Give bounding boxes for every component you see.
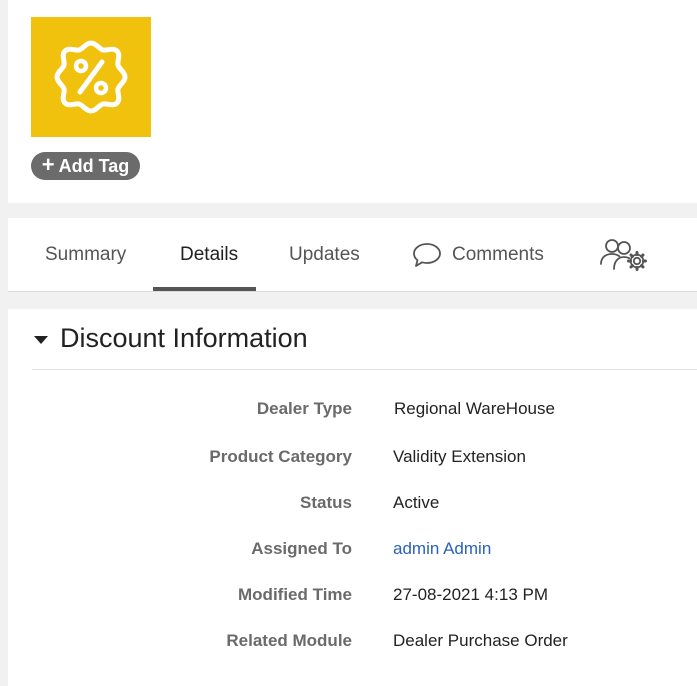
plus-icon: + xyxy=(41,152,55,177)
add-tag-label: Add Tag xyxy=(58,155,130,176)
field-value: Regional WareHouse xyxy=(394,399,555,418)
record-logo xyxy=(31,17,151,137)
field-value: 27-08-2021 4:13 PM xyxy=(393,585,548,604)
details-panel: Discount Information Dealer Type Regiona… xyxy=(8,309,697,686)
tab-details-label: Details xyxy=(180,244,239,265)
field-row-product-category: Product Category Validity Extension xyxy=(8,442,697,472)
collapse-caret-icon[interactable] xyxy=(34,335,48,344)
team-settings-icon xyxy=(600,239,647,271)
field-label: Dealer Type xyxy=(256,399,352,418)
tab-summary-label: Summary xyxy=(45,244,127,265)
field-row-assigned-to: Assigned To admin Admin xyxy=(8,534,697,564)
field-row-related-module: Related Module Dealer Purchase Order xyxy=(8,626,697,656)
tab-comments-label: Comments xyxy=(452,244,544,265)
field-row-status: Status Active xyxy=(8,488,697,518)
section-title: Discount Information xyxy=(60,323,308,353)
tab-bar: Summary Details Updates Comments xyxy=(8,218,697,292)
field-row-modified-time: Modified Time 27-08-2021 4:13 PM xyxy=(8,580,697,610)
field-value: Active xyxy=(393,493,440,512)
comment-bubble-icon xyxy=(413,243,441,267)
add-tag-button[interactable]: + Add Tag xyxy=(31,152,140,180)
record-header: + Add Tag xyxy=(8,0,697,203)
field-label: Status xyxy=(300,493,352,512)
discount-badge-icon xyxy=(54,40,128,114)
tab-comments[interactable]: Comments xyxy=(412,218,544,292)
field-label: Assigned To xyxy=(251,539,352,558)
field-value: Validity Extension xyxy=(393,447,526,466)
tab-updates[interactable]: Updates xyxy=(289,218,360,292)
section-divider xyxy=(32,369,697,370)
field-label: Product Category xyxy=(209,447,352,466)
tab-team-settings[interactable] xyxy=(599,218,649,292)
active-tab-indicator xyxy=(153,287,256,291)
tab-updates-label: Updates xyxy=(289,244,360,265)
field-value: Dealer Purchase Order xyxy=(393,631,568,650)
assigned-user-link[interactable]: admin Admin xyxy=(393,539,491,559)
field-label: Related Module xyxy=(226,631,352,650)
tab-details[interactable]: Details xyxy=(180,218,238,292)
field-row-dealer-type: Dealer Type Regional WareHouse xyxy=(8,394,697,424)
section-header[interactable]: Discount Information xyxy=(34,323,308,354)
tab-summary[interactable]: Summary xyxy=(45,218,126,292)
field-label: Modified Time xyxy=(238,585,352,604)
